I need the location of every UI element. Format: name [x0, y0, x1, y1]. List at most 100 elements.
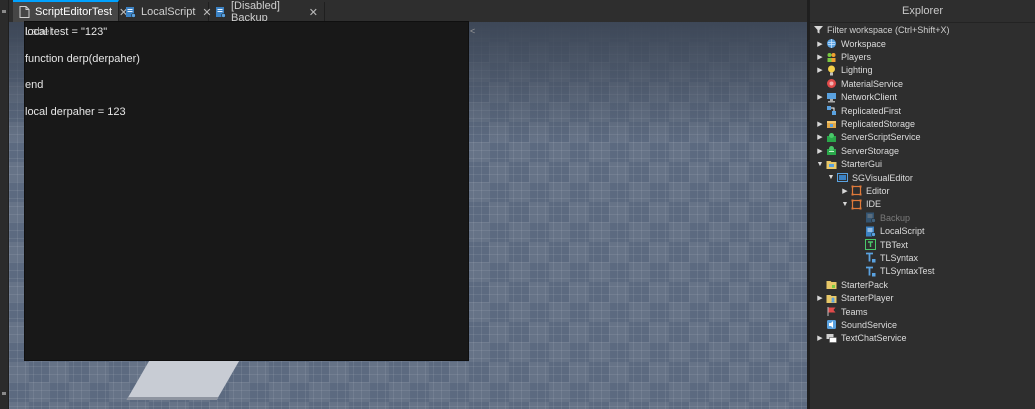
code-line: local test = "123"	[25, 26, 108, 38]
explorer-item-starterplayer[interactable]: ▶ StarterPlayer	[810, 291, 1035, 304]
chevron-right-icon[interactable]: ▶	[816, 65, 824, 75]
explorer-item-workspace[interactable]: ▶ Workspace	[810, 37, 1035, 50]
explorer-item-editor[interactable]: ▶ Editor	[810, 184, 1035, 197]
explorer-item-backup[interactable]: Backup	[810, 211, 1035, 224]
explorer-item-networkclient[interactable]: ▶ NetworkClient	[810, 91, 1035, 104]
document-icon	[19, 6, 30, 18]
explorer-item-serverscriptservice[interactable]: ▶ ServerScriptService	[810, 131, 1035, 144]
explorer-item-label: SGVisualEditor	[852, 172, 913, 183]
explorer-item-tbtext[interactable]: TBText	[810, 238, 1035, 251]
dock-grip-icon	[2, 392, 6, 395]
explorer-tree: ▶ Workspace ▶ Players ▶ Lighting MaterialServi…	[810, 37, 1035, 345]
frame-icon	[851, 199, 862, 210]
explorer-item-label: Players	[841, 52, 872, 63]
left-dock-strip	[0, 0, 9, 409]
chevron-down-icon[interactable]: ▼	[841, 199, 849, 209]
explorer-item-label: IDE	[866, 199, 882, 210]
explorer-item-label: TLSyntaxTest	[880, 266, 935, 277]
explorer-item-label: TBText	[880, 239, 909, 250]
text-box-icon	[865, 239, 876, 251]
starter-gui-icon	[826, 159, 837, 170]
tab-local-script[interactable]: LocalScript ✕	[119, 2, 212, 22]
chevron-right-icon[interactable]: ▶	[816, 92, 824, 102]
explorer-item-localscript[interactable]: LocalScript	[810, 224, 1035, 237]
replicated-storage-icon	[826, 119, 837, 130]
code-preview-panel[interactable]: Label local test = "123" function derp(d…	[24, 21, 469, 361]
explorer-item-label: StarterGui	[841, 159, 883, 170]
script-tab-bar: ScriptEditorTest ✕ LocalScript ✕ [Disabl…	[9, 0, 807, 24]
chevron-right-icon[interactable]: ▶	[816, 293, 824, 303]
close-icon[interactable]: ✕	[309, 6, 318, 19]
server-storage-icon	[826, 145, 837, 156]
tab-script-editor-test[interactable]: ScriptEditorTest ✕	[13, 0, 128, 22]
tab-disabled-backup[interactable]: [Disabled] Backup ✕	[209, 0, 325, 24]
explorer-item-lighting[interactable]: ▶ Lighting	[810, 64, 1035, 77]
network-client-icon	[826, 92, 837, 103]
chevron-down-icon[interactable]: ▼	[816, 159, 824, 169]
dock-grip-icon	[2, 10, 6, 13]
sound-service-icon	[826, 319, 837, 330]
explorer-filter-input[interactable]: Filter workspace (Ctrl+Shift+X)	[810, 23, 1035, 37]
tab-label: ScriptEditorTest	[35, 6, 113, 18]
explorer-item-label: StarterPack	[841, 279, 889, 290]
explorer-item-startergui[interactable]: ▼ StarterGui	[810, 158, 1035, 171]
replicated-first-icon	[826, 105, 837, 116]
chevron-right-icon[interactable]: ▶	[816, 132, 824, 142]
code-line: function derp(derpaher)	[25, 53, 140, 65]
explorer-item-label: Editor	[866, 185, 890, 196]
viewport-part[interactable]	[126, 357, 242, 400]
explorer-item-label: Workspace	[841, 38, 886, 49]
explorer-item-starterpack[interactable]: StarterPack	[810, 278, 1035, 291]
explorer-item-textchatservice[interactable]: ▶ TextChatService	[810, 332, 1035, 345]
explorer-item-label: ServerStorage	[841, 145, 900, 156]
lighting-icon	[826, 65, 837, 76]
collapse-caret-icon[interactable]: <	[470, 26, 475, 36]
explorer-item-players[interactable]: ▶ Players	[810, 50, 1035, 63]
explorer-item-serverstorage[interactable]: ▶ ServerStorage	[810, 144, 1035, 157]
starter-player-icon	[826, 293, 837, 304]
explorer-item-label: MaterialService	[841, 78, 904, 89]
explorer-item-materialservice[interactable]: MaterialService	[810, 77, 1035, 90]
explorer-item-teams[interactable]: Teams	[810, 305, 1035, 318]
chevron-right-icon[interactable]: ▶	[816, 146, 824, 156]
text-label-icon	[865, 266, 876, 277]
explorer-item-label: Backup	[880, 212, 911, 223]
explorer-item-soundservice[interactable]: SoundService	[810, 318, 1035, 331]
local-script-icon	[865, 226, 876, 237]
chevron-right-icon[interactable]: ▶	[816, 119, 824, 129]
chevron-right-icon[interactable]: ▶	[841, 186, 849, 196]
explorer-item-label: StarterPlayer	[841, 293, 894, 304]
chevron-right-icon[interactable]: ▶	[816, 52, 824, 62]
local-script-icon	[215, 6, 226, 18]
text-label-icon	[865, 252, 876, 263]
chevron-down-icon[interactable]: ▼	[827, 173, 835, 183]
explorer-panel: Explorer Filter workspace (Ctrl+Shift+X)…	[810, 0, 1035, 409]
starter-pack-icon	[826, 279, 837, 290]
material-service-icon	[826, 78, 837, 89]
explorer-title: Explorer	[810, 0, 1035, 23]
frame-icon	[851, 185, 862, 196]
tab-label: LocalScript	[141, 6, 196, 18]
chevron-right-icon[interactable]: ▶	[816, 333, 824, 343]
explorer-item-label: Teams	[841, 306, 868, 317]
explorer-item-tlsyntax[interactable]: TLSyntax	[810, 251, 1035, 264]
code-line: local derpaher = 123	[25, 106, 126, 118]
explorer-item-replicatedstorage[interactable]: ▶ ReplicatedStorage	[810, 117, 1035, 130]
explorer-item-sgvisualeditor[interactable]: ▼ SGVisualEditor	[810, 171, 1035, 184]
explorer-item-tlsyntaxtest[interactable]: TLSyntaxTest	[810, 265, 1035, 278]
explorer-item-label: LocalScript	[880, 226, 925, 237]
chevron-right-icon[interactable]: ▶	[816, 39, 824, 49]
explorer-item-ide[interactable]: ▼ IDE	[810, 198, 1035, 211]
players-icon	[826, 52, 837, 63]
explorer-item-replicatedfirst[interactable]: ReplicatedFirst	[810, 104, 1035, 117]
explorer-item-label: NetworkClient	[841, 92, 898, 103]
server-script-service-icon	[826, 132, 837, 143]
teams-icon	[826, 306, 837, 317]
